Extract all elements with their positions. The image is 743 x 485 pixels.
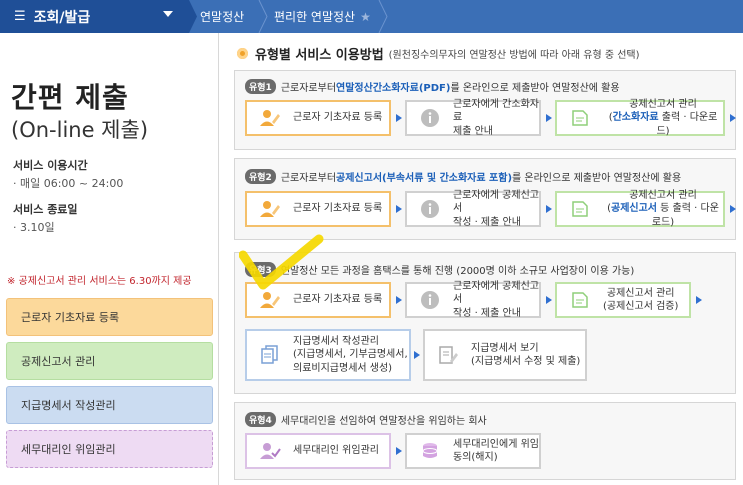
menu-label: 조회/발급 xyxy=(33,9,91,26)
arrow-right-icon xyxy=(696,296,702,304)
service-end-value: · 3.10일 xyxy=(13,221,55,234)
breadcrumb-separator-icon xyxy=(257,0,271,33)
type1-tag: 유형1 xyxy=(245,79,276,94)
database-icon xyxy=(415,441,445,461)
type2-step-employee-register[interactable]: 근로자 기초자료 등록 xyxy=(245,191,391,227)
arrow-right-icon xyxy=(396,205,402,213)
document-edit-icon xyxy=(433,344,463,366)
document-icon xyxy=(565,108,595,128)
breadcrumb-separator-icon xyxy=(377,0,391,33)
info-icon xyxy=(415,108,445,128)
type4-description: 유형4 세무대리인을 선임하여 연말정산을 위임하는 회사 xyxy=(245,412,487,427)
type1-step-deduction-manage[interactable]: 공제신고서 관리 (간소화자료 출력 · 다운로드) xyxy=(555,99,725,137)
type1-step-employee-register[interactable]: 근로자 기초자료 등록 xyxy=(245,100,391,136)
type2-panel: 유형2 근로자로부터 공제신고서(부속서류 및 간소화자료 포함) 를 온라인으로… xyxy=(234,158,736,240)
arrow-right-icon xyxy=(546,205,552,213)
document-icon xyxy=(565,199,595,219)
info-icon xyxy=(415,290,445,310)
type1-step-notice[interactable]: 근로자에게 간소화자료 제출 안내 xyxy=(405,99,541,137)
type3-step-deduction-verify[interactable]: 공제신고서 관리 (공제신고서 검증) xyxy=(555,282,691,318)
type2-step-deduction-manage[interactable]: 공제신고서 관리 (공제신고서 등 출력 · 다운로드) xyxy=(555,190,725,228)
breadcrumb-item-convenient[interactable]: 편리한 연말정산 ★ xyxy=(274,0,371,33)
type4-step-agent-consent[interactable]: 세무대리인에게 위임 동의(해지) xyxy=(405,433,541,469)
copy-documents-icon xyxy=(255,344,285,366)
breadcrumb-item-yearend[interactable]: 연말정산 xyxy=(200,0,244,33)
arrow-right-icon xyxy=(396,114,402,122)
type4-tag: 유형4 xyxy=(245,412,276,427)
type2-tag: 유형2 xyxy=(245,169,276,184)
arrow-right-icon xyxy=(546,114,552,122)
page-subtitle: (On-line 제출) xyxy=(11,118,149,142)
tax-agent-delegation-button[interactable]: 세무대리인 위임관리 xyxy=(6,430,213,468)
arrow-right-icon xyxy=(730,205,736,213)
bullet-icon xyxy=(237,48,248,59)
user-edit-icon xyxy=(255,199,285,219)
top-nav-bar: ☰ 조회/발급 연말정산 편리한 연말정산 ★ xyxy=(0,0,743,33)
type4-step-agent-manage[interactable]: 세무대리인 위임관리 xyxy=(245,433,391,469)
menu-dropdown-button[interactable]: ☰ 조회/발급 xyxy=(0,0,183,33)
arrow-right-icon xyxy=(546,296,552,304)
service-time-value: · 매일 06:00 ~ 24:00 xyxy=(13,177,124,190)
document-icon xyxy=(565,290,595,310)
payment-statement-button[interactable]: 지급명세서 작성관리 xyxy=(6,386,213,424)
employee-basic-data-button[interactable]: 근로자 기초자료 등록 xyxy=(6,298,213,336)
type3-step-payment-manage[interactable]: 지급명세서 작성관리 (지급명세서, 기부금명세서, 의료비지급명세서 생성) xyxy=(245,329,411,381)
notice-text: ※ 공제신고서 관리 서비스는 6.30까지 제공 xyxy=(7,276,192,287)
arrow-right-icon xyxy=(396,296,402,304)
arrow-right-icon xyxy=(730,114,736,122)
service-end-label: 서비스 종료일 xyxy=(13,203,78,216)
user-edit-icon xyxy=(255,108,285,128)
arrow-right-icon xyxy=(414,351,420,359)
checkmark-icon xyxy=(238,233,325,307)
user-check-icon xyxy=(255,441,285,461)
panel-divider xyxy=(218,33,219,485)
favorite-star-icon[interactable]: ★ xyxy=(360,10,371,24)
type4-panel: 유형4 세무대리인을 선임하여 연말정산을 위임하는 회사 세무대리인 위임관리… xyxy=(234,402,736,480)
type1-description: 유형1 근로자로부터 연말정산간소화자료(PDF) 를 온라인으로 제출받아 연말… xyxy=(245,79,620,94)
deduction-report-button[interactable]: 공제신고서 관리 xyxy=(6,342,213,380)
type2-step-notice[interactable]: 근로자에게 공제신고서 작성 · 제출 안내 xyxy=(405,190,541,228)
type3-step-notice[interactable]: 근로자에게 공제신고서 작성 · 제출 안내 xyxy=(405,281,541,319)
service-time-label: 서비스 이용시간 xyxy=(13,159,88,172)
type2-description: 유형2 근로자로부터 공제신고서(부속서류 및 간소화자료 포함) 를 온라인으로… xyxy=(245,169,681,184)
hamburger-icon: ☰ xyxy=(14,9,26,24)
info-icon xyxy=(415,199,445,219)
section-title: 유형별 서비스 이용방법 (원천징수의무자의 연말정산 방법에 따라 아래 유형… xyxy=(237,44,640,63)
page-title: 간편 제출 xyxy=(11,81,129,114)
arrow-right-icon xyxy=(396,447,402,455)
type1-panel: 유형1 근로자로부터 연말정산간소화자료(PDF) 를 온라인으로 제출받아 연말… xyxy=(234,70,736,150)
breadcrumb-separator-icon xyxy=(183,0,197,33)
type3-step-payment-view[interactable]: 지급명세서 보기 (지급명세서 수정 및 제출) xyxy=(423,329,587,381)
caret-down-icon xyxy=(163,11,173,17)
